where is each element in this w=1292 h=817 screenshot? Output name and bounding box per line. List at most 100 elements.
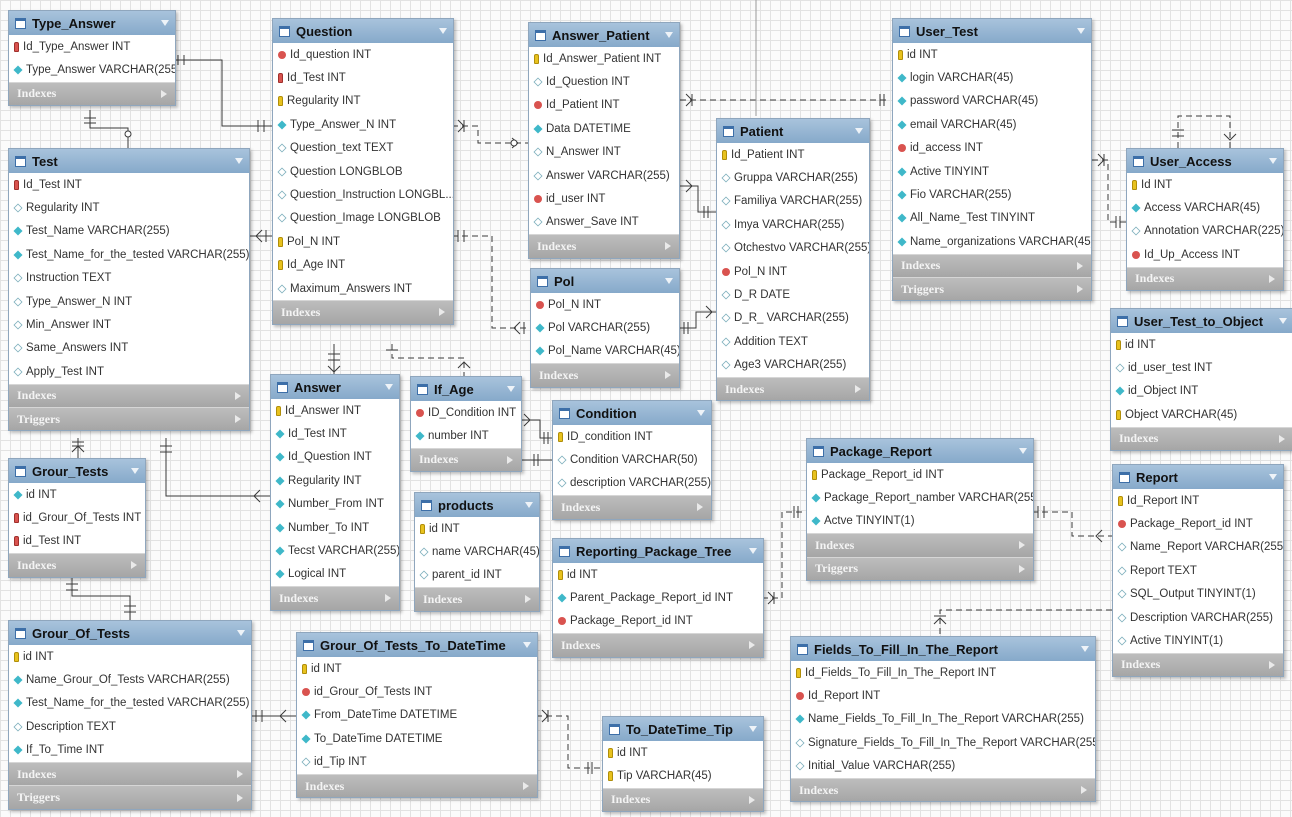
- table-test[interactable]: Test Id_Test INT Regularity INT Test_Name V…: [8, 148, 250, 432]
- column-row[interactable]: Name_organizations VARCHAR(45): [893, 230, 1091, 253]
- expand-arrow-icon[interactable]: [235, 391, 241, 400]
- column-row[interactable]: Age3 VARCHAR(255): [717, 354, 869, 377]
- collapse-triangle-icon[interactable]: [439, 28, 447, 34]
- expand-arrow-icon[interactable]: [1081, 786, 1087, 795]
- column-row[interactable]: Same_Answers INT: [9, 337, 249, 360]
- column-row[interactable]: Actve TINYINT(1): [807, 510, 1033, 533]
- expand-arrow-icon[interactable]: [439, 308, 445, 317]
- column-row[interactable]: id_user INT: [529, 187, 679, 210]
- table-patient[interactable]: Patient Id_Patient INT Gruppa VARCHAR(255)…: [716, 118, 870, 402]
- table-reporting-package-tree[interactable]: Reporting_Package_Tree id INT Parent_Packa…: [552, 538, 764, 658]
- column-row[interactable]: id INT: [9, 645, 251, 668]
- column-row[interactable]: id INT: [297, 657, 537, 680]
- column-row[interactable]: Id_Report INT: [791, 684, 1095, 707]
- collapse-triangle-icon[interactable]: [1081, 646, 1089, 652]
- collapse-triangle-icon[interactable]: [131, 468, 139, 474]
- expand-arrow-icon[interactable]: [855, 385, 861, 394]
- column-row[interactable]: Id_Type_Answer INT: [9, 35, 175, 58]
- section-triggers[interactable]: Triggers: [9, 406, 249, 431]
- column-row[interactable]: Id_Fields_To_Fill_In_The_Report INT: [791, 661, 1095, 684]
- section-indexes[interactable]: Indexes: [807, 533, 1033, 557]
- collapse-triangle-icon[interactable]: [1279, 318, 1287, 324]
- column-row[interactable]: id_Object INT: [1111, 380, 1292, 403]
- table-header[interactable]: User_Access: [1127, 149, 1283, 173]
- table-user-access[interactable]: User_Access Id INT Access VARCHAR(45) Annot…: [1126, 148, 1284, 291]
- column-row[interactable]: Name_Grour_Of_Tests VARCHAR(255): [9, 668, 251, 691]
- column-row[interactable]: id INT: [603, 741, 763, 764]
- column-row[interactable]: Regularity INT: [273, 90, 453, 113]
- section-indexes[interactable]: Indexes: [531, 363, 679, 387]
- collapse-triangle-icon[interactable]: [665, 278, 673, 284]
- column-row[interactable]: Regularity INT: [9, 196, 249, 219]
- column-row[interactable]: Id_Age INT: [273, 254, 453, 277]
- section-indexes[interactable]: Indexes: [553, 633, 763, 657]
- section-indexes[interactable]: Indexes: [1113, 652, 1283, 677]
- column-row[interactable]: id_Test INT: [9, 530, 145, 553]
- column-row[interactable]: D_R_ VARCHAR(255): [717, 307, 869, 330]
- expand-arrow-icon[interactable]: [665, 242, 671, 251]
- column-row[interactable]: Type_Answer_N INT: [273, 113, 453, 136]
- column-row[interactable]: id_Tip INT: [297, 751, 537, 774]
- table-header[interactable]: If_Age: [411, 377, 521, 401]
- section-indexes[interactable]: Indexes: [9, 553, 145, 577]
- column-row[interactable]: Fio VARCHAR(255): [893, 183, 1091, 206]
- column-row[interactable]: Tecst VARCHAR(255): [271, 539, 399, 562]
- column-row[interactable]: Id_Test INT: [9, 173, 249, 196]
- expand-arrow-icon[interactable]: [237, 793, 243, 802]
- column-row[interactable]: Id_Answer_Patient INT: [529, 47, 679, 70]
- column-row[interactable]: All_Name_Test TINYINT: [893, 207, 1091, 230]
- collapse-triangle-icon[interactable]: [237, 630, 245, 636]
- collapse-triangle-icon[interactable]: [1269, 474, 1277, 480]
- expand-arrow-icon[interactable]: [697, 503, 703, 512]
- expand-arrow-icon[interactable]: [1279, 434, 1285, 443]
- table-header[interactable]: Grour_Tests: [9, 459, 145, 483]
- table-report[interactable]: Report Id_Report INT Package_Report_id INT…: [1112, 464, 1284, 678]
- collapse-triangle-icon[interactable]: [1269, 158, 1277, 164]
- column-row[interactable]: Package_Report_id INT: [1113, 512, 1283, 535]
- collapse-triangle-icon[interactable]: [749, 726, 757, 732]
- column-row[interactable]: Test_Name_for_the_tested VARCHAR(255): [9, 692, 251, 715]
- column-row[interactable]: Logical INT: [271, 563, 399, 586]
- collapse-triangle-icon[interactable]: [855, 128, 863, 134]
- column-row[interactable]: Pol_N INT: [717, 260, 869, 283]
- column-row[interactable]: Maximum_Answers INT: [273, 277, 453, 300]
- table-header[interactable]: Condition: [553, 401, 711, 425]
- column-row[interactable]: id_access INT: [893, 137, 1091, 160]
- column-row[interactable]: parent_id INT: [415, 564, 539, 587]
- column-row[interactable]: id INT: [9, 483, 145, 506]
- column-row[interactable]: description VARCHAR(255): [553, 472, 711, 495]
- column-row[interactable]: name VARCHAR(45): [415, 540, 539, 563]
- collapse-triangle-icon[interactable]: [235, 158, 243, 164]
- column-row[interactable]: Object VARCHAR(45): [1111, 403, 1292, 426]
- section-triggers[interactable]: Triggers: [893, 276, 1091, 301]
- column-row[interactable]: Pol VARCHAR(255): [531, 316, 679, 339]
- expand-arrow-icon[interactable]: [507, 455, 513, 464]
- column-row[interactable]: Type_Answer VARCHAR(255): [9, 58, 175, 81]
- column-row[interactable]: email VARCHAR(45): [893, 113, 1091, 136]
- column-row[interactable]: id INT: [893, 43, 1091, 66]
- table-header[interactable]: Question: [273, 19, 453, 43]
- section-indexes[interactable]: Indexes: [603, 787, 763, 812]
- column-row[interactable]: Description TEXT: [9, 715, 251, 738]
- column-row[interactable]: Name_Report VARCHAR(255): [1113, 536, 1283, 559]
- column-row[interactable]: Gruppa VARCHAR(255): [717, 166, 869, 189]
- table-fields-to-fill-in-the-report[interactable]: Fields_To_Fill_In_The_Report Id_Fields_To…: [790, 636, 1096, 803]
- column-row[interactable]: Pol_N INT: [273, 230, 453, 253]
- collapse-triangle-icon[interactable]: [385, 384, 393, 390]
- column-row[interactable]: login VARCHAR(45): [893, 66, 1091, 89]
- column-row[interactable]: Report TEXT: [1113, 559, 1283, 582]
- column-row[interactable]: Type_Answer_N INT: [9, 290, 249, 313]
- column-row[interactable]: password VARCHAR(45): [893, 90, 1091, 113]
- table-header[interactable]: products: [415, 493, 539, 517]
- column-row[interactable]: Id_Test INT: [273, 66, 453, 89]
- table-user-test[interactable]: User_Test id INT login VARCHAR(45) password…: [892, 18, 1092, 302]
- table-header[interactable]: Answer: [271, 375, 399, 399]
- column-row[interactable]: Question LONGBLOB: [273, 160, 453, 183]
- table-header[interactable]: Reporting_Package_Tree: [553, 539, 763, 563]
- column-row[interactable]: Min_Answer INT: [9, 313, 249, 336]
- section-indexes[interactable]: Indexes: [9, 383, 249, 407]
- column-row[interactable]: Access VARCHAR(45): [1127, 196, 1283, 219]
- expand-arrow-icon[interactable]: [1019, 564, 1025, 573]
- collapse-triangle-icon[interactable]: [523, 642, 531, 648]
- column-row[interactable]: Imya VARCHAR(255): [717, 213, 869, 236]
